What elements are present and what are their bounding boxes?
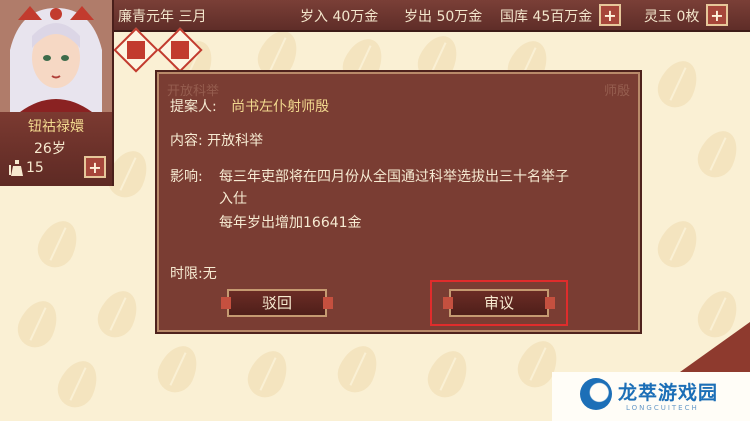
leaf-icon (51, 354, 105, 414)
content-label: 内容: (170, 133, 203, 149)
character-stat-add-button[interactable]: + (84, 156, 106, 178)
reject-button[interactable]: 驳回 (221, 289, 333, 317)
expense-label: 岁出 50万金 (404, 9, 483, 25)
character-stat-value: 15 (26, 160, 44, 176)
jade-add-button[interactable]: + (706, 4, 728, 26)
treasury-label: 国库 45百万金 (500, 9, 593, 25)
deadline-text: 时限:无 (170, 266, 217, 282)
soldier-icon (9, 160, 23, 176)
leaf-icon (651, 54, 705, 114)
reign-date: 廉青元年 三月 (118, 9, 207, 25)
proposer-row: 提案人: 尚书左仆射师殷 (170, 96, 329, 116)
resource-bar: 廉青元年 三月 岁入 40万金 岁出 50万金 国库 45百万金 + 灵玉 0枚… (112, 0, 750, 32)
watermark-title: 龙萃游戏园 (618, 382, 719, 404)
dialog-side-label: 师殷 (603, 84, 630, 99)
jade-label: 灵玉 0枚 (644, 9, 700, 25)
site-watermark: 龙萃游戏园 LONGCUITECH (552, 372, 750, 421)
content-row: 内容: 开放科举 (170, 130, 263, 150)
roof-decoration (680, 322, 750, 372)
leaf-icon (651, 214, 705, 274)
character-age: 26岁 (34, 141, 66, 157)
character-name: 钮祜禄嬛 (28, 119, 84, 135)
watermark-subtitle: LONGCUITECH (626, 404, 699, 412)
character-info: 钮祜禄嬛 26岁 15 + (0, 112, 112, 186)
treasury-add-button[interactable]: + (599, 4, 621, 26)
effect-text-line3: 每年岁出增加16641金 (219, 215, 362, 231)
effect-label: 影响: (170, 169, 203, 185)
portrait-avatar (0, 0, 112, 112)
leaf-icon (151, 339, 205, 399)
effect-text-line1: 每三年吏部将在四月份从全国通过科举选拔出三十名举子 (219, 169, 569, 185)
character-portrait[interactable] (0, 0, 112, 112)
leaf-icon (11, 294, 65, 354)
effect-text-line2: 入仕 (219, 191, 247, 207)
leaf-icon (241, 344, 295, 404)
leaf-icon (691, 124, 745, 184)
leaf-icon (331, 339, 385, 399)
leaf-icon (31, 214, 85, 274)
proposer-label: 提案人: (170, 99, 217, 115)
watermark-logo-icon (580, 378, 612, 410)
leaf-icon (91, 284, 145, 344)
content-value: 开放科举 (207, 133, 264, 149)
income-label: 岁入 40万金 (300, 9, 379, 25)
proposer-name: 尚书左仆射师殷 (231, 99, 330, 115)
character-panel[interactable]: 钮祜禄嬛 26岁 15 + (0, 0, 114, 186)
review-button-highlight (430, 280, 568, 326)
leaf-icon (421, 344, 475, 404)
